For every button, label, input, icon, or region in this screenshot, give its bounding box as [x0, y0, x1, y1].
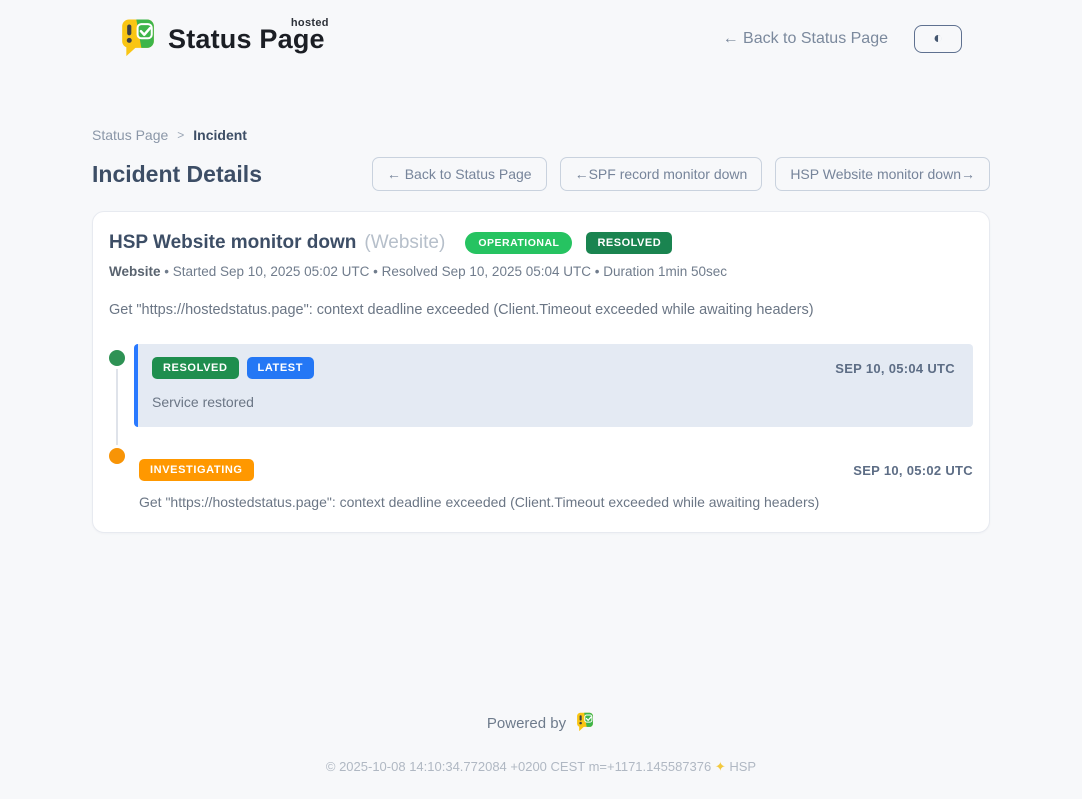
incident-meta-component: Website	[109, 264, 161, 279]
incident-meta: Website • Started Sep 10, 2025 05:02 UTC…	[109, 264, 973, 279]
next-incident-button[interactable]: HSP Website monitor down→	[775, 157, 990, 191]
circle-half-icon: ◐	[933, 31, 943, 47]
breadcrumb-incident: Incident	[193, 127, 247, 143]
copyright-suffix: HSP	[729, 759, 756, 774]
breadcrumb-status-page[interactable]: Status Page	[92, 127, 168, 143]
incident-card: HSP Website monitor down (Website) OPERA…	[92, 211, 990, 533]
timeline-entry-investigating: INVESTIGATING SEP 10, 05:02 UTC Get "htt…	[134, 459, 973, 510]
operational-badge: OPERATIONAL	[465, 232, 572, 254]
timeline-timestamp: SEP 10, 05:02 UTC	[853, 463, 973, 478]
incident-timeline: RESOLVED LATEST SEP 10, 05:04 UTC Servic…	[109, 344, 973, 510]
copyright-text: © 2025-10-08 14:10:34.772084 +0200 CEST …	[326, 759, 711, 774]
breadcrumb-separator: >	[177, 128, 184, 142]
timeline-badge-latest: LATEST	[247, 357, 315, 379]
timeline-badge-resolved: RESOLVED	[152, 357, 239, 379]
powered-by-label: Powered by	[487, 715, 566, 732]
incident-nav-buttons: ← Back to Status Page ←SPF record monito…	[372, 157, 990, 191]
copyright-line: © 2025-10-08 14:10:34.772084 +0200 CEST …	[92, 759, 990, 799]
brand-name: Status Page hosted	[168, 24, 325, 55]
incident-meta-details: • Started Sep 10, 2025 05:02 UTC • Resol…	[164, 264, 727, 279]
incident-component: (Website)	[364, 232, 445, 254]
brand-superscript: hosted	[291, 17, 329, 29]
page-title: Incident Details	[92, 161, 262, 188]
timeline-dot-investigating	[109, 448, 125, 464]
timeline-entry-latest: RESOLVED LATEST SEP 10, 05:04 UTC Servic…	[134, 344, 973, 427]
incident-title: HSP Website monitor down	[109, 232, 356, 254]
timeline-dot-resolved	[109, 350, 125, 366]
prev-incident-button[interactable]: ←SPF record monitor down	[560, 157, 763, 191]
incident-description: Get "https://hostedstatus.page": context…	[109, 302, 973, 318]
timeline-message: Service restored	[152, 394, 955, 410]
timeline-timestamp: SEP 10, 05:04 UTC	[835, 361, 955, 376]
main-content: Status Page > Incident Incident Details …	[92, 127, 990, 799]
theme-toggle-button[interactable]: ◐	[914, 25, 962, 53]
sparkles-icon: ✦	[715, 759, 726, 774]
footer: Powered by © 2025-10-08 14:10:34.772084 …	[92, 711, 990, 799]
brand-icon[interactable]	[575, 711, 595, 736]
timeline-badge-investigating: INVESTIGATING	[139, 459, 254, 481]
brand-logo[interactable]: Status Page hosted	[118, 16, 325, 63]
timeline-connector-line	[116, 360, 118, 452]
header: Status Page hosted ← Back to Status Page…	[0, 0, 1082, 76]
powered-by: Powered by	[487, 711, 595, 736]
header-back-link[interactable]: ← Back to Status Page	[723, 30, 888, 48]
breadcrumb: Status Page > Incident	[92, 127, 990, 143]
brand-icon	[118, 16, 158, 63]
back-to-status-page-button[interactable]: ← Back to Status Page	[372, 157, 547, 191]
resolved-badge: RESOLVED	[586, 232, 672, 254]
timeline-message: Get "https://hostedstatus.page": context…	[139, 494, 973, 510]
